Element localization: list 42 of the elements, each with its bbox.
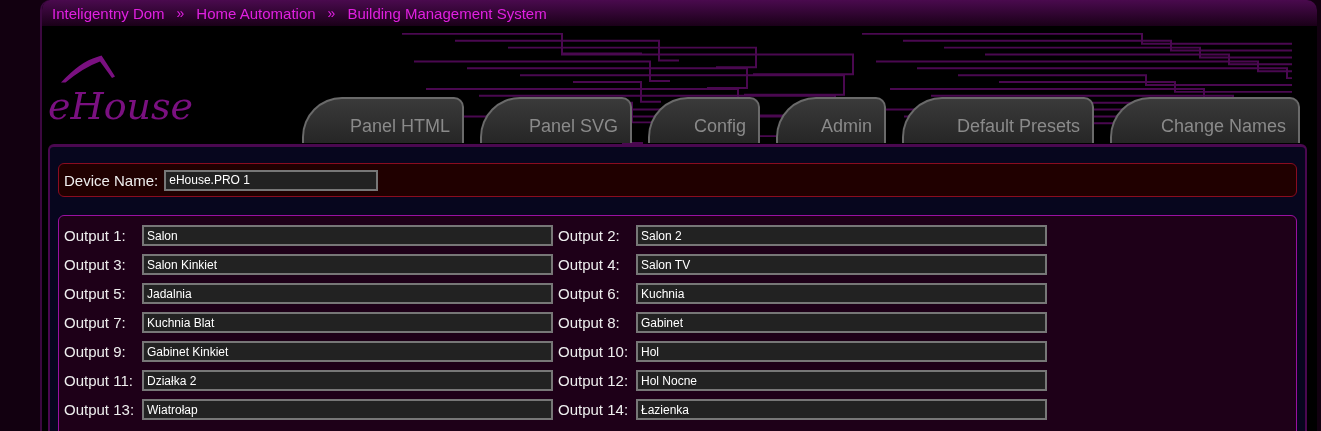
tab[interactable]: Default Presets	[902, 97, 1094, 143]
breadcrumb-link[interactable]: Building Management System	[347, 4, 547, 22]
output-name-field[interactable]: Salon TV	[636, 254, 1047, 275]
output-name-field[interactable]: Jadalnia	[142, 283, 553, 304]
output-name-field[interactable]: Hol Nocne	[636, 370, 1047, 391]
output-label: Output 12:	[558, 372, 630, 389]
output-name-field[interactable]: Salon Kinkiet	[142, 254, 553, 275]
output-name-field[interactable]: Kuchnia Blat	[142, 312, 553, 333]
output-label: Output 2:	[558, 227, 621, 244]
breadcrumb-separator: »	[176, 5, 185, 21]
output-label: Output 4:	[558, 256, 621, 273]
breadcrumb-separator: »	[327, 5, 336, 21]
output-label: Output 1:	[64, 227, 127, 244]
breadcrumb-link[interactable]: Inteligentny Dom	[52, 4, 165, 22]
output-label: Output 9:	[64, 343, 127, 360]
tab[interactable]: Panel HTML	[302, 97, 464, 143]
output-name-field[interactable]: Hol	[636, 341, 1047, 362]
output-name-field[interactable]: Salon	[142, 225, 553, 246]
tab[interactable]: Config	[648, 97, 760, 143]
output-label: Output 3:	[64, 256, 127, 273]
logo: eHouse	[48, 84, 193, 128]
output-label: Output 10:	[558, 343, 630, 360]
output-name-field[interactable]: Wiatrołap	[142, 399, 553, 420]
output-label: Output 14:	[558, 401, 630, 418]
output-name-field[interactable]: Salon 2	[636, 225, 1047, 246]
output-name-field[interactable]: Kuchnia	[636, 283, 1047, 304]
output-name-field[interactable]: Działka 2	[142, 370, 553, 391]
output-label: Output 7:	[64, 314, 127, 331]
field-label: Device Name:	[64, 171, 159, 189]
output-label: Output 5:	[64, 285, 127, 302]
output-name-field[interactable]: Gabinet	[636, 312, 1047, 333]
device-name-field[interactable]: eHouse.PRO 1	[164, 169, 379, 191]
output-label: Output 11:	[64, 372, 134, 389]
output-name-field[interactable]: Gabinet Kinkiet	[142, 341, 553, 362]
output-label: Output 13:	[64, 401, 136, 418]
tab[interactable]: Admin	[776, 97, 886, 143]
output-label: Output 8:	[558, 314, 621, 331]
tab[interactable]: Change Names	[1110, 97, 1300, 143]
tab[interactable]: Panel SVG	[480, 97, 632, 143]
output-label: Output 6:	[558, 285, 621, 302]
breadcrumb-link[interactable]: Home Automation	[196, 4, 316, 22]
output-name-field[interactable]: Łazienka	[636, 399, 1047, 420]
